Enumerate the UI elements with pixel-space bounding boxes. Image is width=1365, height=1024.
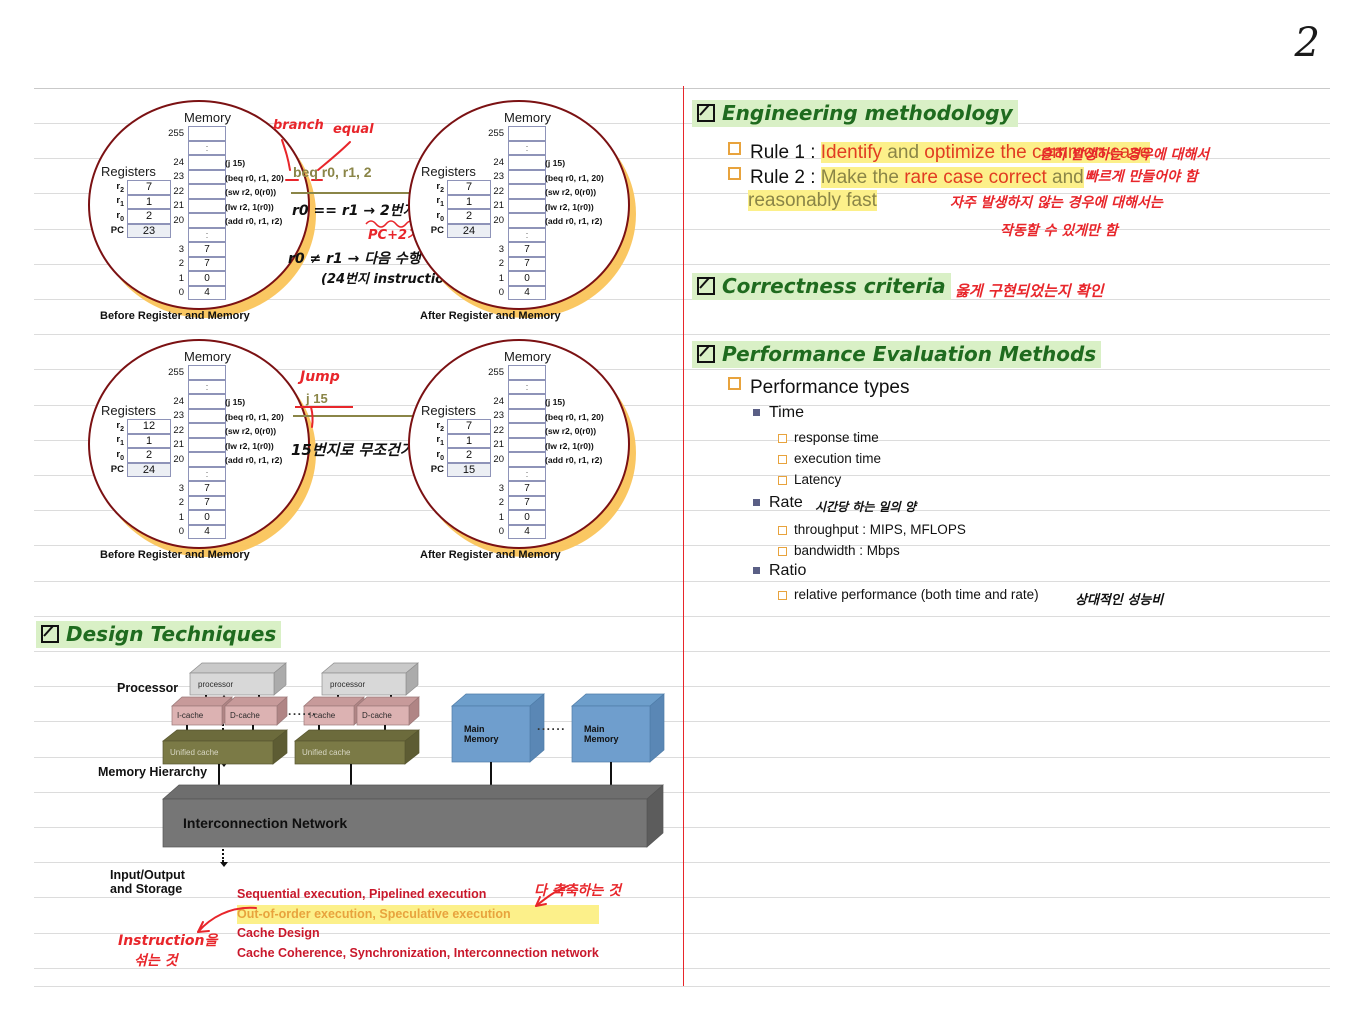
square-bullet-icon [728,377,741,390]
rate-label: Rate [769,494,803,511]
square-bullet-icon [778,547,787,556]
ratio-note: 상대적인 성능비 [1075,593,1164,608]
ratio-label: Ratio [769,562,807,579]
processor-box-label-1: processor [198,679,234,689]
label-io-1: Input/Output [110,868,185,882]
dcache-label-2: D-cache [362,711,392,720]
label-memory-hierarchy: Memory Hierarchy [98,765,208,779]
square-bullet-icon [753,409,760,416]
heading-performance-evaluation: Performance Evaluation Methods [692,341,1102,368]
list-item: relative performance (both time and rate… [778,587,1039,602]
red-line-3: Cache Design [237,926,320,940]
list-item: response time [778,430,879,445]
list-item-label: execution time [794,451,882,466]
ellipsis-memories: ...... [537,719,567,733]
list-item-label: relative performance (both time and rate… [794,587,1039,602]
list-item: throughput : MIPS, MFLOPS [778,522,966,537]
rule2-text: Rule 2 : Make the rare case correct and [750,167,1084,188]
rule1-a: Identify [820,142,883,163]
heading-engineering-methodology: Engineering methodology [692,100,1018,127]
bullet-performance-types: Performance types [728,377,909,399]
list-item-label: Latency [794,472,842,487]
notebook-page: 2 Registers r2 7 r1 1 r0 2 PC 23 Memory 255:24 2… [0,0,1365,1024]
processor-box-label-2: processor [330,679,366,689]
processor-box-1: processor [189,662,287,696]
list-item: Latency [778,472,841,487]
processor-box-2: processor [321,662,419,696]
list-item: execution time [778,451,881,466]
page-number: 2 [1294,20,1320,66]
note1-line2: 빠르게 만들어야 함 [1085,169,1198,185]
square-bullet-icon [778,526,787,535]
square-bullet-icon [778,476,787,485]
square-bullet-icon [753,499,760,506]
bullet-rule-2: Rule 2 : Make the rare case correct and [728,167,1084,189]
interconnection-network-label: Interconnection Network [183,815,348,831]
unified-cache-box-1: Unified cache [161,729,289,765]
dcache-box-2: D-cache [356,696,420,726]
square-bullet-icon [778,455,787,464]
rate-note: 시간당 하는 일의 양 [815,500,916,514]
rule2-b: rare case correct [904,167,1047,188]
time-label: Time [769,404,804,421]
dcache-label-1: D-cache [230,711,260,720]
unified-cache-box-2: Unified cache [293,729,421,765]
label-io-2: and Storage [110,882,183,896]
main-memory-label-2: Main Memory [584,723,619,744]
unified-cache-label-2: Unified cache [302,748,351,757]
icache-box-1: I-cache [171,696,233,726]
list-item-label: bandwidth : Mbps [794,543,900,558]
note-left-line2: 섞는 것 [134,953,178,969]
hardware-architecture-diagram: Processor Memory Hierarchy Input/Output … [0,0,700,1024]
note-right-text: 다 축축하는 것 [534,883,622,899]
square-bullet-icon [778,434,787,443]
red-line-4: Cache Coherence, Synchronization, Interc… [237,945,599,960]
heading-engineering-methodology-label: Engineering methodology [722,101,1013,125]
rule1-b: and [882,142,925,163]
rule2-d: reasonably fast [748,190,877,211]
label-processor: Processor [117,681,179,695]
main-memory-box-2: Main Memory [571,693,665,763]
main-memory-box-1: Main Memory [451,693,545,763]
note2-line1: 자주 발생하지 않는 경우에 대해서는 [950,195,1163,211]
square-bullet-icon [753,567,760,574]
list-item: bandwidth : Mbps [778,543,900,558]
note2-line2: 작동할 수 있게만 함 [1000,223,1118,239]
bullet-time: Time [753,404,804,422]
list-item-label: response time [794,430,879,445]
note1-line1: 흔히 발생하는 경우에 대해서 [1040,147,1210,163]
square-bullet-icon [728,142,741,155]
dcache-box-1: D-cache [224,696,288,726]
heading-correctness-criteria: Correctness criteria [692,273,951,300]
bullet-ratio: Ratio [753,562,806,580]
unified-cache-label-1: Unified cache [170,748,219,757]
main-memory-label-1: Main Memory [464,723,499,744]
heading-performance-evaluation-label: Performance Evaluation Methods [722,342,1097,366]
rule2-c: and [1046,167,1084,188]
performance-types-label: Performance types [750,377,910,398]
heading-correctness-criteria-label: Correctness criteria [722,274,946,298]
list-item-label: throughput : MIPS, MFLOPS [794,522,966,537]
square-bullet-icon [728,167,741,180]
bullet-rate: Rate [753,494,803,512]
ellipsis-processors: ...... [288,704,318,718]
icache-label-1: I-cache [177,711,204,720]
interconnection-network-box: Interconnection Network [162,784,664,848]
square-bullet-icon [778,591,787,600]
note-left-line1: Instruction을 [118,933,218,949]
note3: 옳게 구현되었는지 확인 [955,282,1104,300]
rule2-a: Make the [820,167,905,188]
rule2-continuation: reasonably fast [748,190,877,212]
